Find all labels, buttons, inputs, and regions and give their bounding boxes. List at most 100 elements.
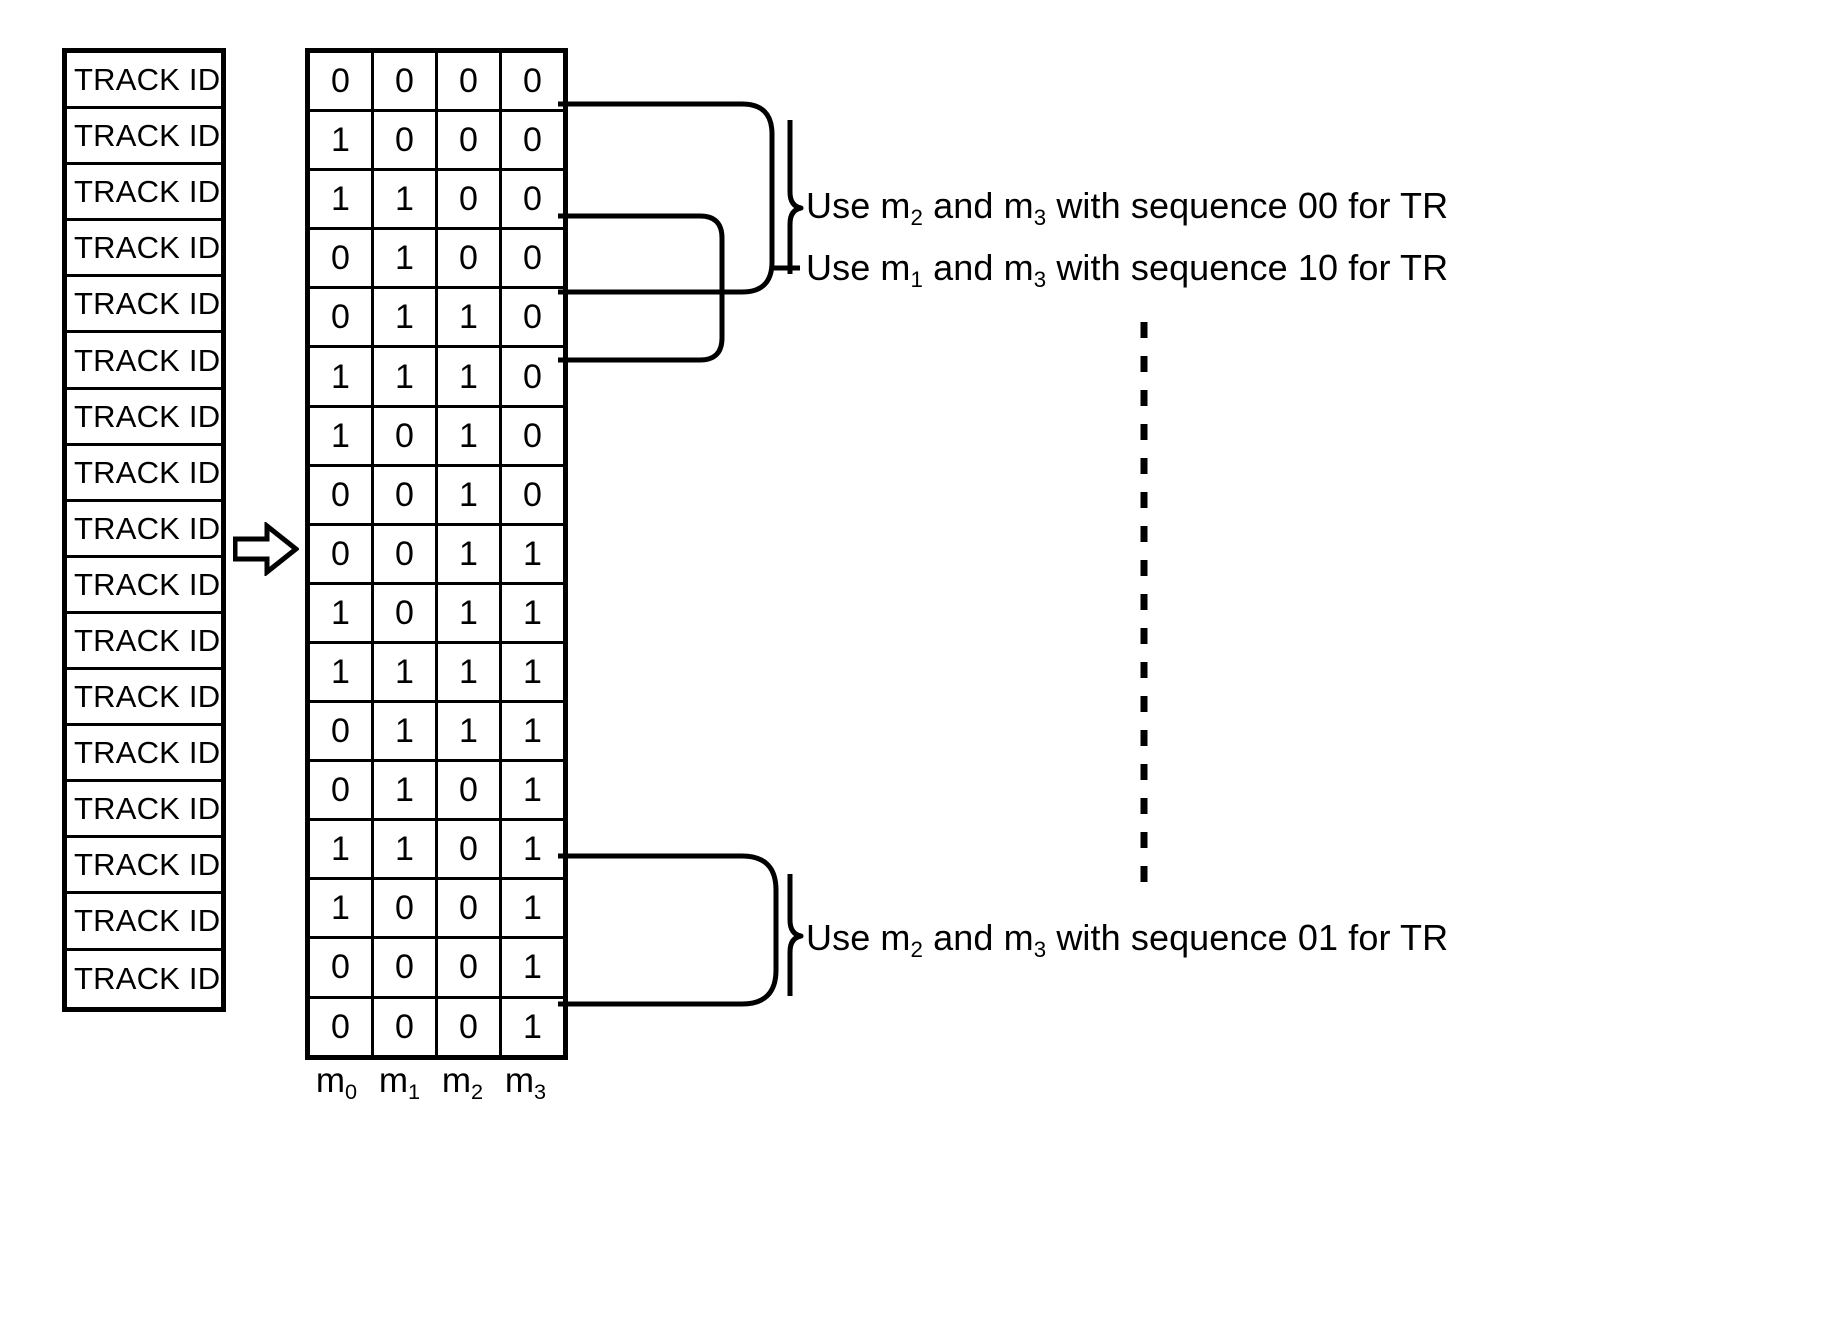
matrix-cell: 1 bbox=[371, 286, 438, 349]
matrix-row: 0001 bbox=[305, 936, 568, 999]
track-id-cell: TRACK ID bbox=[67, 894, 221, 951]
matrix-cell: 0 bbox=[371, 936, 438, 999]
matrix-cell: 1 bbox=[305, 345, 374, 408]
matrix-row: 0111 bbox=[305, 700, 568, 763]
track-id-cell: TRACK ID bbox=[67, 558, 221, 614]
matrix-cell: 1 bbox=[371, 168, 438, 231]
matrix-cell: 0 bbox=[305, 522, 374, 585]
matrix-cell: 1 bbox=[435, 522, 502, 585]
track-id-cell: TRACK ID bbox=[67, 390, 221, 446]
matrix-cell: 0 bbox=[305, 463, 374, 526]
matrix-cell: 1 bbox=[499, 581, 568, 644]
matrix-cell: 0 bbox=[435, 995, 502, 1060]
matrix-cell: 1 bbox=[305, 168, 374, 231]
matrix-row: 1101 bbox=[305, 818, 568, 881]
track-id-cell: TRACK ID bbox=[74, 961, 221, 997]
matrix-cell: 1 bbox=[371, 227, 438, 290]
matrix-row: 0010 bbox=[305, 463, 568, 526]
matrix-cell: 1 bbox=[499, 877, 568, 940]
matrix-cell: 1 bbox=[305, 109, 374, 172]
matrix-cell: 0 bbox=[305, 936, 374, 999]
matrix-cell: 1 bbox=[305, 818, 374, 881]
matrix-cell: 1 bbox=[435, 581, 502, 644]
matrix-row: 1110 bbox=[305, 345, 568, 408]
matrix-row: 0101 bbox=[305, 759, 568, 822]
annotation-sequence-00: Use m2 and m3 with sequence 00 for TR bbox=[806, 185, 1449, 230]
matrix-cell: 0 bbox=[371, 404, 438, 467]
matrix-cell: 0 bbox=[305, 700, 374, 763]
matrix-cell: 1 bbox=[435, 286, 502, 349]
matrix-cell: 0 bbox=[435, 227, 502, 290]
matrix-row: 0001 bbox=[305, 995, 568, 1060]
bracket-group-00 bbox=[558, 101, 775, 295]
matrix-cell: 0 bbox=[499, 109, 568, 172]
matrix-cell: 0 bbox=[371, 995, 438, 1060]
matrix-cell: 0 bbox=[499, 47, 568, 113]
matrix-row: 1111 bbox=[305, 640, 568, 704]
matrix-row: 1100 bbox=[305, 168, 568, 231]
matrix-row: 0100 bbox=[305, 227, 568, 290]
matrix-cell: 0 bbox=[499, 345, 568, 408]
matrix-cell: 0 bbox=[305, 227, 374, 290]
track-id-cell: TRACK ID bbox=[67, 109, 221, 166]
matrix-row: 0000 bbox=[305, 47, 568, 113]
matrix-cell: 1 bbox=[499, 700, 568, 763]
track-id-cell: TRACK ID bbox=[67, 670, 221, 727]
matrix-cell: 0 bbox=[371, 47, 438, 113]
bracket-group-10 bbox=[558, 213, 725, 363]
matrix-cell: 0 bbox=[305, 47, 374, 113]
bit-matrix: 0000100011000100011011101010001000111011… bbox=[305, 47, 568, 1060]
matrix-column-label: m1 bbox=[378, 1061, 421, 1104]
diagram-canvas: TRACK ID TRACK ID TRACK ID TRACK ID TRACK ID… bbox=[0, 0, 1839, 1331]
matrix-cell: 1 bbox=[435, 463, 502, 526]
matrix-row: 1000 bbox=[305, 109, 568, 172]
matrix-cell: 0 bbox=[499, 404, 568, 467]
matrix-cell: 1 bbox=[371, 818, 438, 881]
matrix-cell: 1 bbox=[435, 700, 502, 763]
matrix-cell: 0 bbox=[499, 168, 568, 231]
right-arrow-icon bbox=[232, 520, 301, 578]
matrix-cell: 0 bbox=[305, 995, 374, 1060]
matrix-cell: 0 bbox=[435, 759, 502, 822]
matrix-cell: 0 bbox=[435, 877, 502, 940]
track-id-cell: TRACK ID bbox=[67, 221, 221, 278]
track-id-cell: TRACK ID bbox=[67, 614, 221, 671]
matrix-column-labels: m0 m1 m2 m3 bbox=[305, 1061, 557, 1104]
track-id-cell: TRACK ID bbox=[67, 502, 221, 558]
matrix-cell: 1 bbox=[371, 700, 438, 763]
bracket-group-01 bbox=[558, 853, 779, 1007]
matrix-cell: 0 bbox=[371, 581, 438, 644]
track-id-cell: TRACK ID bbox=[67, 277, 221, 334]
matrix-cell: 1 bbox=[499, 936, 568, 999]
matrix-row: 1001 bbox=[305, 877, 568, 940]
matrix-cell: 0 bbox=[371, 463, 438, 526]
track-id-cell: TRACK ID bbox=[67, 838, 221, 895]
matrix-cell: 1 bbox=[499, 640, 568, 704]
matrix-cell: 1 bbox=[499, 818, 568, 881]
matrix-cell: 1 bbox=[305, 404, 374, 467]
matrix-row: 0110 bbox=[305, 286, 568, 349]
track-id-cell: TRACK ID bbox=[67, 782, 221, 839]
matrix-cell: 0 bbox=[499, 227, 568, 290]
matrix-cell: 1 bbox=[305, 877, 374, 940]
track-id-cell: TRACK ID bbox=[67, 446, 221, 502]
matrix-cell: 0 bbox=[371, 109, 438, 172]
track-id-cell: TRACK ID bbox=[67, 53, 221, 110]
matrix-cell: 1 bbox=[305, 581, 374, 644]
matrix-cell: 1 bbox=[435, 345, 502, 408]
matrix-column-label: m0 bbox=[315, 1061, 358, 1104]
matrix-cell: 1 bbox=[499, 522, 568, 585]
matrix-cell: 0 bbox=[371, 522, 438, 585]
matrix-cell: 0 bbox=[435, 109, 502, 172]
matrix-cell: 1 bbox=[371, 759, 438, 822]
matrix-column-label: m3 bbox=[504, 1061, 547, 1104]
brace-00 bbox=[787, 120, 804, 266]
matrix-row: 0011 bbox=[305, 522, 568, 585]
matrix-cell: 1 bbox=[305, 640, 374, 704]
matrix-cell: 1 bbox=[435, 404, 502, 467]
matrix-column-label: m2 bbox=[441, 1061, 484, 1104]
matrix-cell: 0 bbox=[499, 286, 568, 349]
matrix-cell: 1 bbox=[371, 640, 438, 704]
matrix-cell: 1 bbox=[499, 759, 568, 822]
track-id-cell: TRACK ID bbox=[67, 333, 221, 390]
